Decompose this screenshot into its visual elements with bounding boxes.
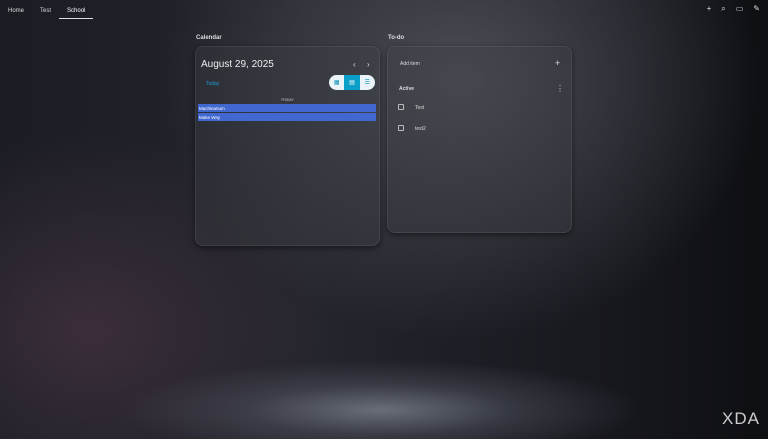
top-nav: Home Test School — [0, 0, 94, 20]
checkbox[interactable] — [398, 104, 404, 110]
todo-heading: To-do — [388, 35, 405, 41]
todo-item[interactable]: test2 — [415, 126, 426, 132]
todo-card: Add item + Active ⋮ Test test2 — [387, 46, 572, 233]
more-icon[interactable]: ⋮ — [556, 84, 564, 93]
event[interactable]: Make Way — [198, 113, 376, 121]
prev-icon[interactable]: ‹ — [353, 60, 356, 69]
day-view-icon[interactable]: ☰ — [360, 75, 375, 90]
checkbox[interactable] — [398, 125, 404, 131]
edit-icon[interactable]: ✎ — [753, 4, 760, 14]
add-item-icon[interactable]: + — [555, 58, 560, 68]
today-button[interactable]: Today — [206, 81, 219, 87]
search-icon[interactable]: ⌕ — [721, 4, 725, 14]
event[interactable]: Machinarium — [198, 104, 376, 112]
tab-test[interactable]: Test — [32, 0, 59, 19]
calendar-card: August 29, 2025 ‹ › Today ▦ ▤ ☰ FRIDAY M… — [195, 46, 380, 246]
active-section-label: Active — [399, 86, 415, 92]
toolbar: + ⌕ ▭ ✎ — [707, 4, 760, 14]
next-icon[interactable]: › — [367, 60, 370, 69]
add-item-input[interactable]: Add item — [400, 61, 420, 67]
todo-item[interactable]: Test — [415, 105, 424, 111]
add-icon[interactable]: + — [707, 4, 712, 14]
view-switcher: ▦ ▤ ☰ — [329, 75, 375, 90]
feedback-icon[interactable]: ▭ — [736, 4, 744, 14]
day-header: FRIDAY — [281, 98, 294, 102]
calendar-heading: Calendar — [196, 35, 222, 41]
tab-home[interactable]: Home — [0, 0, 32, 19]
tab-school[interactable]: School — [59, 0, 94, 19]
month-view-icon[interactable]: ▦ — [329, 75, 344, 90]
week-view-icon[interactable]: ▤ — [344, 75, 360, 90]
xda-watermark: XDA — [722, 409, 760, 428]
calendar-date: August 29, 2025 — [201, 59, 274, 70]
